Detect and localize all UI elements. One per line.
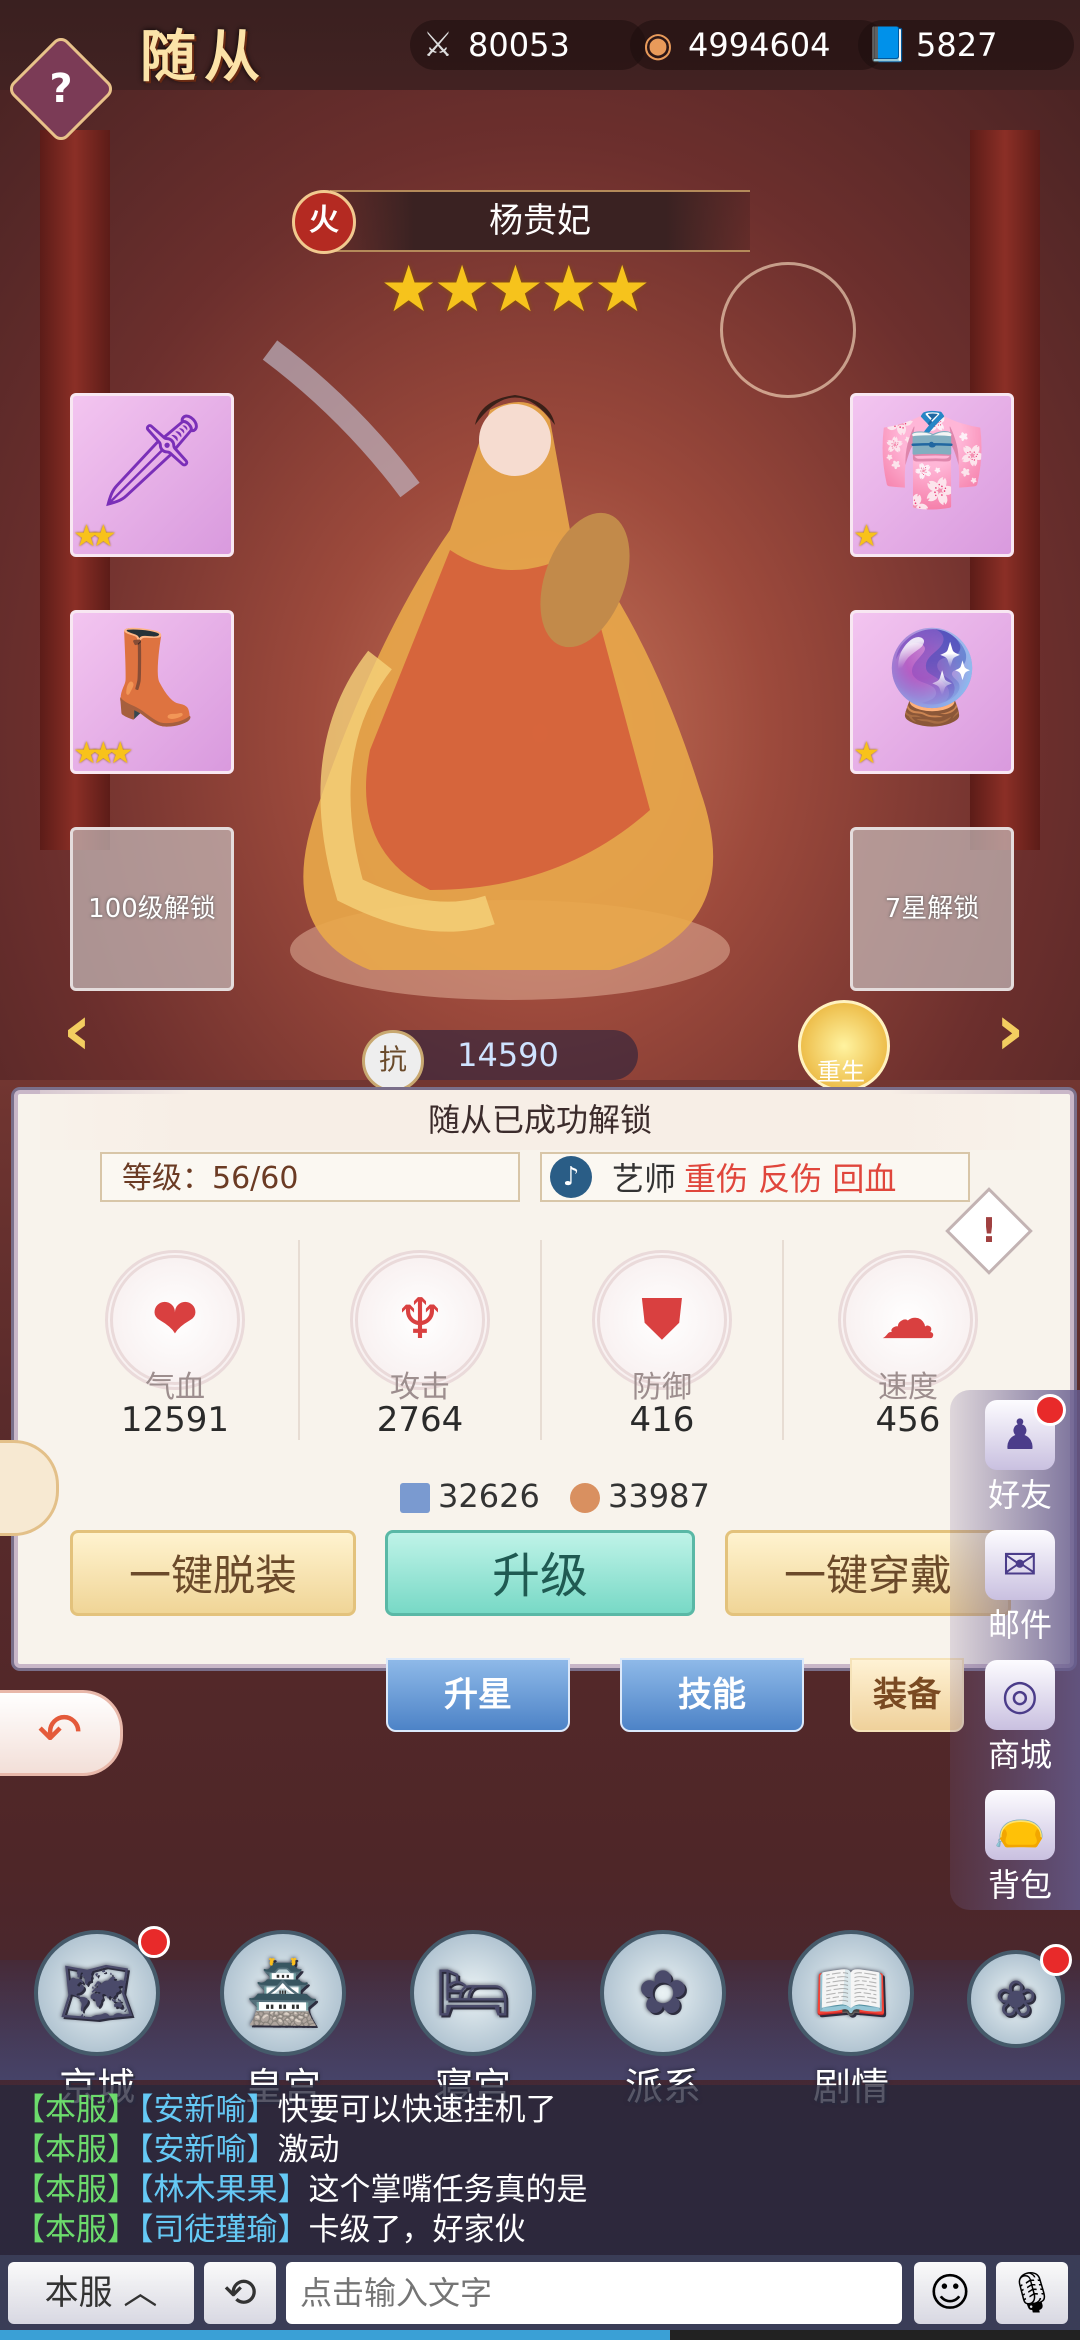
bedchamber-icon: 🛏 bbox=[410, 1930, 536, 2056]
divider bbox=[782, 1240, 784, 1440]
slot-stars: ★ bbox=[853, 519, 880, 554]
help-label: ? bbox=[49, 66, 73, 112]
music-note-icon: ♪ bbox=[550, 1156, 592, 1198]
nav-faction[interactable]: ✿ 派系 bbox=[598, 1930, 728, 2109]
next-hero-arrow[interactable]: › bbox=[985, 990, 1035, 1070]
slot-stars: ★★★ bbox=[73, 736, 134, 771]
scroll-icon bbox=[400, 1483, 430, 1513]
tab-skills[interactable]: 技能 bbox=[620, 1658, 804, 1732]
side-friends[interactable]: ♟ 好友 bbox=[960, 1400, 1080, 1540]
power-badge: 抗 bbox=[362, 1030, 424, 1092]
unlock-banner: 随从已成功解锁 bbox=[40, 1090, 1040, 1150]
stat-attack: ♆ 攻击 2764 bbox=[320, 1250, 520, 1450]
chat-input[interactable] bbox=[286, 2262, 902, 2324]
role-display: 艺师 重伤 反伤 回血 bbox=[540, 1152, 970, 1202]
nav-story[interactable]: 📖 剧情 bbox=[786, 1930, 916, 2109]
chat-message: 【本服】【林木果果】这个掌嘴任务真的是 bbox=[14, 2172, 588, 2208]
mail-icon: ✉ bbox=[985, 1530, 1055, 1600]
locked-slot-star[interactable]: 7星解锁 bbox=[850, 827, 1014, 991]
history-clock-icon[interactable]: ⟲ bbox=[204, 2262, 276, 2324]
palace-icon: 🏯 bbox=[220, 1930, 346, 2056]
stat-hp: ❤ 气血 12591 bbox=[75, 1250, 275, 1450]
upgrade-button[interactable]: 升级 bbox=[385, 1530, 695, 1616]
rebirth-label: 重生 bbox=[817, 1058, 865, 1086]
locked-slot-level[interactable]: 100级解锁 bbox=[70, 827, 234, 991]
coin-icon bbox=[570, 1483, 600, 1513]
bottom-nav bbox=[0, 1960, 1080, 2080]
tab-equipment[interactable]: 装备 bbox=[850, 1658, 964, 1732]
nav-palace[interactable]: 🏯 皇宫 bbox=[218, 1930, 348, 2109]
slot-stars: ★★ bbox=[73, 519, 117, 554]
slot-stars: ★ bbox=[853, 736, 880, 771]
equip-slot-boots[interactable]: 👢 ★★★ bbox=[70, 610, 234, 774]
side-bag[interactable]: 👝 背包 bbox=[960, 1790, 1080, 1930]
equip-slot-weapon[interactable]: 🗡 ★★ bbox=[70, 393, 234, 557]
currency-value: 32626 bbox=[438, 1477, 540, 1515]
resource-value: 5827 bbox=[916, 26, 998, 64]
side-label: 背包 bbox=[987, 1866, 1052, 1904]
element-badge: 火 bbox=[292, 190, 356, 254]
microphone-icon[interactable]: 🎙 bbox=[996, 2262, 1068, 2324]
bag-icon: 👝 bbox=[985, 1790, 1055, 1860]
equip-slot-pendant[interactable]: 🔮 ★ bbox=[850, 610, 1014, 774]
lotus-icon: ✿ bbox=[600, 1930, 726, 2056]
resource-value: 4994604 bbox=[688, 26, 831, 64]
role-tags: 重伤 反伤 回血 bbox=[684, 1160, 897, 1198]
story-book-icon: 📖 bbox=[788, 1930, 914, 2056]
chat-message: 【本服】【安新喻】快要可以快速挂机了 bbox=[14, 2092, 557, 2128]
robe-icon: 👘 bbox=[875, 408, 989, 513]
pendant-icon: 🔮 bbox=[875, 625, 989, 730]
chat-message: 【本服】【安新喻】激动 bbox=[14, 2132, 340, 2168]
chat-message: 【本服】【司徒瑾瑜】卡级了，好家伙 bbox=[14, 2212, 526, 2248]
boots-icon: 👢 bbox=[95, 625, 209, 730]
level-display: 等级：56/60 bbox=[100, 1152, 520, 1202]
back-arrow-icon[interactable]: ↶ bbox=[0, 1690, 123, 1776]
book-icon: 📘 bbox=[866, 25, 909, 65]
currency-scroll: 32626 bbox=[400, 1474, 540, 1518]
divider bbox=[540, 1240, 542, 1440]
shop-icon: ◎ bbox=[985, 1660, 1055, 1730]
notification-badge bbox=[1034, 1394, 1066, 1426]
channel-select-button[interactable]: 本服 ︿ bbox=[8, 2262, 194, 2324]
resource-coins: ◉ 4994604 bbox=[630, 20, 886, 70]
currency-value: 33987 bbox=[608, 1477, 710, 1515]
side-label: 好友 bbox=[987, 1476, 1052, 1514]
sword-icon: 🗡 bbox=[94, 408, 210, 513]
divider bbox=[298, 1240, 300, 1440]
stat-value: 416 bbox=[629, 1400, 695, 1440]
crossed-swords-icon: ⚔ bbox=[422, 25, 454, 65]
hero-name: 杨贵妃 bbox=[330, 190, 750, 252]
currency-coin: 33987 bbox=[570, 1474, 710, 1518]
resource-books: 📘 5827 bbox=[858, 20, 1074, 70]
emoji-icon[interactable]: ☺ bbox=[914, 2262, 986, 2324]
nav-bedchamber[interactable]: 🛏 寝宫 bbox=[408, 1930, 538, 2109]
hero-figure bbox=[262, 340, 730, 1000]
resource-value: 80053 bbox=[468, 26, 570, 64]
hero-stars: ★★★★★ bbox=[380, 253, 651, 327]
notification-badge bbox=[138, 1926, 170, 1958]
stat-value: 12591 bbox=[120, 1400, 230, 1440]
notification-badge bbox=[1040, 1944, 1072, 1976]
unequip-all-button[interactable]: 一键脱装 bbox=[70, 1530, 356, 1616]
prev-hero-arrow[interactable]: ‹ bbox=[52, 990, 102, 1070]
side-label: 商城 bbox=[987, 1736, 1052, 1774]
tab-star-up[interactable]: 升星 bbox=[386, 1658, 570, 1732]
stat-defense: ⛊ 防御 416 bbox=[562, 1250, 762, 1450]
side-mail[interactable]: ✉ 邮件 bbox=[960, 1530, 1080, 1670]
resource-power: ⚔ 80053 bbox=[410, 20, 646, 70]
stat-value: 2764 bbox=[376, 1400, 464, 1440]
side-label: 邮件 bbox=[987, 1606, 1052, 1644]
coin-icon: ◉ bbox=[643, 25, 673, 65]
side-shop[interactable]: ◎ 商城 bbox=[960, 1660, 1080, 1800]
page-title: 随从 bbox=[140, 24, 268, 90]
equip-slot-robe[interactable]: 👘 ★ bbox=[850, 393, 1014, 557]
loading-progress bbox=[0, 2330, 1080, 2340]
role-label: 艺师 bbox=[612, 1160, 677, 1198]
